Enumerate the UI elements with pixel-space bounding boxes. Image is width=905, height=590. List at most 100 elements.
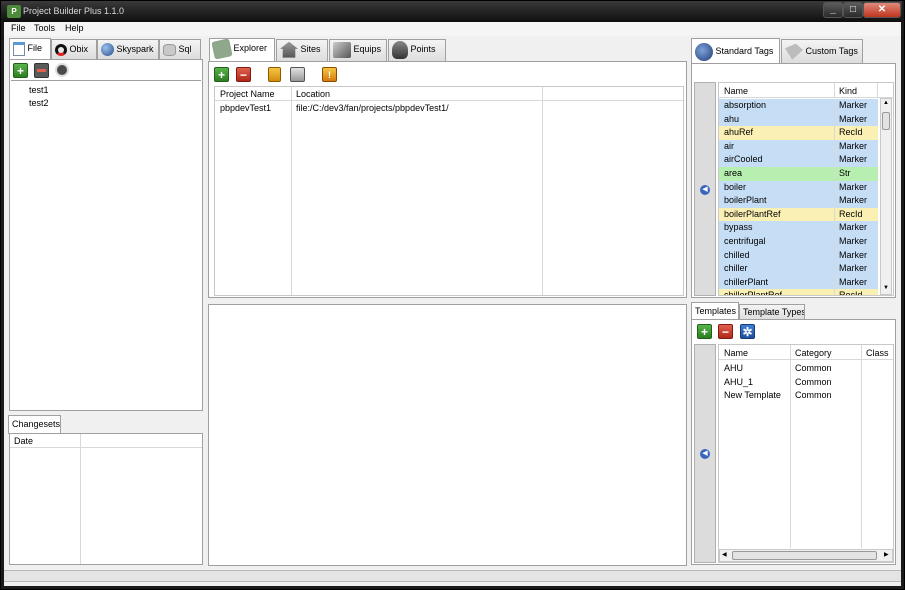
window-title: Project Builder Plus 1.1.0 [23,6,125,16]
scroll-thumb[interactable] [882,112,890,130]
add-template-icon[interactable]: + [697,324,712,339]
tab-file[interactable]: File [9,38,51,60]
column-divider [834,289,835,295]
tab-explorer[interactable]: Explorer [209,38,275,62]
tab-changesets[interactable]: Changesets [8,415,61,434]
close-button[interactable]: ✕ [863,2,901,18]
tag-row[interactable]: ahu Marker [719,112,878,127]
equipment-icon [333,41,351,58]
tag-row[interactable]: absorption Marker [719,99,878,113]
tag-name-cell: air [724,140,735,151]
tag-kind-cell: RecId [839,127,863,138]
tag-name-cell: airCooled [724,154,763,165]
settings-icon[interactable] [55,63,69,77]
status-bar [4,570,901,582]
template-name-cell[interactable]: New Template [724,389,781,403]
project-name-cell[interactable]: pbpdevTest1 [220,102,271,116]
templates-table: Name Category Class AHU Common AHU_1 Com… [718,344,894,563]
save-icon[interactable] [290,67,305,82]
arrow-left-icon[interactable]: ◀ [700,449,710,459]
menu-tools[interactable]: Tools [34,23,55,33]
column-divider [542,101,543,295]
column-class[interactable]: Class [866,348,889,358]
maximize-button[interactable]: □ [843,2,863,18]
tag-row[interactable]: boiler Marker [719,180,878,195]
scroll-left-icon[interactable]: ◀ [722,551,727,558]
tab-templates[interactable]: Templates [691,302,739,320]
tag-name-cell: chillerPlantRef [724,289,782,295]
add-icon[interactable]: + [13,63,28,78]
scroll-up-icon[interactable]: ▲ [882,100,890,108]
tag-row[interactable]: boilerPlant Marker [719,194,878,209]
tag-row[interactable]: bypass Marker [719,221,878,236]
tree-item[interactable]: test1 [29,84,49,98]
tree-item[interactable]: test2 [29,97,49,111]
warning-icon[interactable]: ! [322,67,337,82]
tab-sql[interactable]: Sql [159,39,201,59]
template-category-cell[interactable]: Common [795,376,832,390]
project-location-cell[interactable]: file:/C:/dev3/fan/projects/pbpdevTest1/ [296,102,449,116]
tab-obix[interactable]: Obix [51,39,97,59]
tab-points[interactable]: Points [388,39,446,62]
tag-row[interactable]: chillerPlantRef RecId [719,289,878,295]
templates-hscrollbar[interactable]: ◀ ▶ [719,549,893,562]
tag-row[interactable]: ahuRef RecId [719,126,878,141]
column-divider [834,221,835,236]
column-location[interactable]: Location [296,89,330,99]
tag-kind-cell: Marker [839,113,868,124]
column-divider [834,248,835,263]
scroll-down-icon[interactable]: ▼ [882,285,890,293]
tag-row[interactable]: chilled Marker [719,248,878,263]
tag-check-icon [695,42,713,61]
tag-row[interactable]: chiller Marker [719,262,878,277]
column-category[interactable]: Category [795,348,832,358]
scroll-right-icon[interactable]: ▶ [884,551,889,558]
title-bar[interactable]: P Project Builder Plus 1.1.0 _ □ ✕ [1,1,902,22]
template-name-cell[interactable]: AHU [724,362,743,376]
tag-row[interactable]: centrifugal Marker [719,235,878,249]
menu-file[interactable]: File [11,23,26,33]
column-name[interactable]: Name [724,348,748,358]
remove-template-icon[interactable]: − [718,324,733,339]
tag-row[interactable]: air Marker [719,139,878,154]
globe-icon [101,43,114,57]
tag-row[interactable]: boilerPlantRef RecId [719,207,878,222]
tab-template-types[interactable]: Template Types [739,304,805,320]
tab-equips[interactable]: Equips [329,39,387,62]
tab-custom-tags[interactable]: Custom Tags [781,39,863,64]
template-category-cell[interactable]: Common [795,389,832,403]
changesets-table: Date [9,433,203,565]
remove-project-icon[interactable]: − [236,67,251,82]
template-category-cell[interactable]: Common [795,362,832,376]
tags-table: Name Kind absorption Marker ahu Marker ahuRe… [718,82,894,296]
tags-scrollbar[interactable]: ▲ ▼ [880,98,892,295]
tab-sites[interactable]: Sites [276,39,328,62]
column-divider [834,235,835,249]
menu-help[interactable]: Help [65,23,84,33]
tag-row[interactable]: chillerPlant Marker [719,275,878,290]
database-icon [163,43,176,56]
remove-icon[interactable] [34,63,49,78]
content-panel [208,304,687,566]
minimize-button[interactable]: _ [823,2,843,18]
arrow-left-icon[interactable]: ◀ [700,185,710,195]
tab-standard-tags[interactable]: Standard Tags [691,38,780,64]
template-name-cell[interactable]: AHU_1 [724,376,753,390]
settings-icon[interactable]: ✲ [740,324,755,339]
tag-kind-cell: Marker [839,140,868,151]
tag-row[interactable]: area Str [719,167,878,181]
column-divider [80,434,81,448]
column-project-name[interactable]: Project Name [220,89,275,99]
tag-name-cell: bypass [724,222,753,233]
add-project-icon[interactable]: + [214,67,229,82]
client-area: File Tools Help File Obix Skyspark Sql +… [4,22,901,586]
tag-kind-cell: Marker [839,276,868,287]
column-name[interactable]: Name [724,86,748,96]
tag-row[interactable]: airCooled Marker [719,153,878,168]
open-folder-icon[interactable] [268,67,281,82]
tab-skyspark[interactable]: Skyspark [97,39,159,59]
column-kind[interactable]: Kind [839,86,857,96]
column-divider [834,167,835,181]
column-date[interactable]: Date [14,436,33,446]
hscroll-thumb[interactable] [732,551,877,560]
